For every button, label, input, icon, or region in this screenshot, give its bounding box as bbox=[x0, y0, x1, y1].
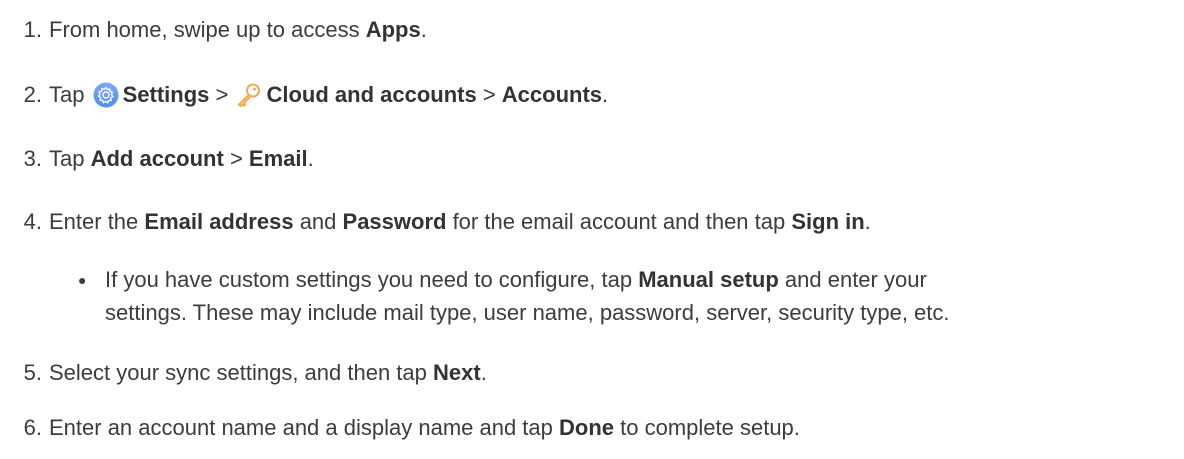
step-number: 1. bbox=[23, 17, 42, 42]
ui-term: Email address bbox=[144, 209, 294, 234]
step-text: . bbox=[864, 209, 871, 234]
step-text: If you have custom settings you need to … bbox=[105, 267, 639, 292]
step-1: 1. From home, swipe up to access Apps. bbox=[0, 15, 427, 45]
step-text: From home, swipe up to access bbox=[49, 17, 366, 42]
step-text: Enter the bbox=[49, 209, 145, 234]
step-number: 4. bbox=[23, 209, 42, 234]
step-4-sub-bullet: ● If you have custom settings you need t… bbox=[0, 265, 1184, 331]
step-3: 3. Tap Add account > Email. bbox=[0, 144, 314, 174]
step-2: 2. Tap Settings > Cloud and accounts > Ac… bbox=[0, 80, 608, 110]
step-text: > bbox=[476, 82, 502, 107]
ui-term: Settings bbox=[122, 82, 210, 107]
step-text: settings. These may include mail type, u… bbox=[105, 300, 950, 325]
step-text: Select your sync settings, and then tap bbox=[49, 360, 434, 385]
ui-term: Sign in bbox=[791, 209, 865, 234]
sub-bullet-line-1: If you have custom settings you need to … bbox=[105, 265, 927, 295]
step-text: . bbox=[420, 17, 427, 42]
sub-bullet-line-2: settings. These may include mail type, u… bbox=[105, 298, 950, 328]
step-text: Tap bbox=[49, 146, 91, 171]
step-text: and bbox=[293, 209, 343, 234]
step-text: Tap bbox=[49, 82, 91, 107]
step-text: > bbox=[209, 82, 235, 107]
step-text: . bbox=[602, 82, 609, 107]
step-4: 4. Enter the Email address and Password f… bbox=[0, 207, 871, 237]
step-5: 5. Select your sync settings, and then ta… bbox=[0, 358, 487, 388]
ui-term: Manual setup bbox=[638, 267, 779, 292]
step-6: 6. Enter an account name and a display na… bbox=[0, 413, 800, 443]
ui-term: Apps bbox=[365, 17, 421, 42]
ui-term: Accounts bbox=[501, 82, 603, 107]
step-text: Enter an account name and a display name… bbox=[49, 415, 560, 440]
ui-term: Email bbox=[248, 146, 308, 171]
step-text: . bbox=[480, 360, 487, 385]
ui-term: Cloud and accounts bbox=[266, 82, 477, 107]
step-number: 3. bbox=[23, 146, 42, 171]
settings-gear-icon bbox=[93, 82, 119, 108]
bullet-marker: ● bbox=[78, 272, 87, 288]
step-number: 2. bbox=[23, 82, 42, 107]
step-number: 6. bbox=[23, 415, 42, 440]
step-number: 5. bbox=[23, 360, 42, 385]
ui-term: Next bbox=[433, 360, 481, 385]
step-text: for the email account and then tap bbox=[446, 209, 792, 234]
ui-term: Done bbox=[559, 415, 615, 440]
ui-term: Add account bbox=[90, 146, 224, 171]
key-icon bbox=[236, 82, 262, 108]
step-text: . bbox=[307, 146, 314, 171]
step-text: and enter your bbox=[778, 267, 927, 292]
ui-term: Password bbox=[342, 209, 447, 234]
step-text: > bbox=[223, 146, 249, 171]
step-text: to complete setup. bbox=[614, 415, 800, 440]
